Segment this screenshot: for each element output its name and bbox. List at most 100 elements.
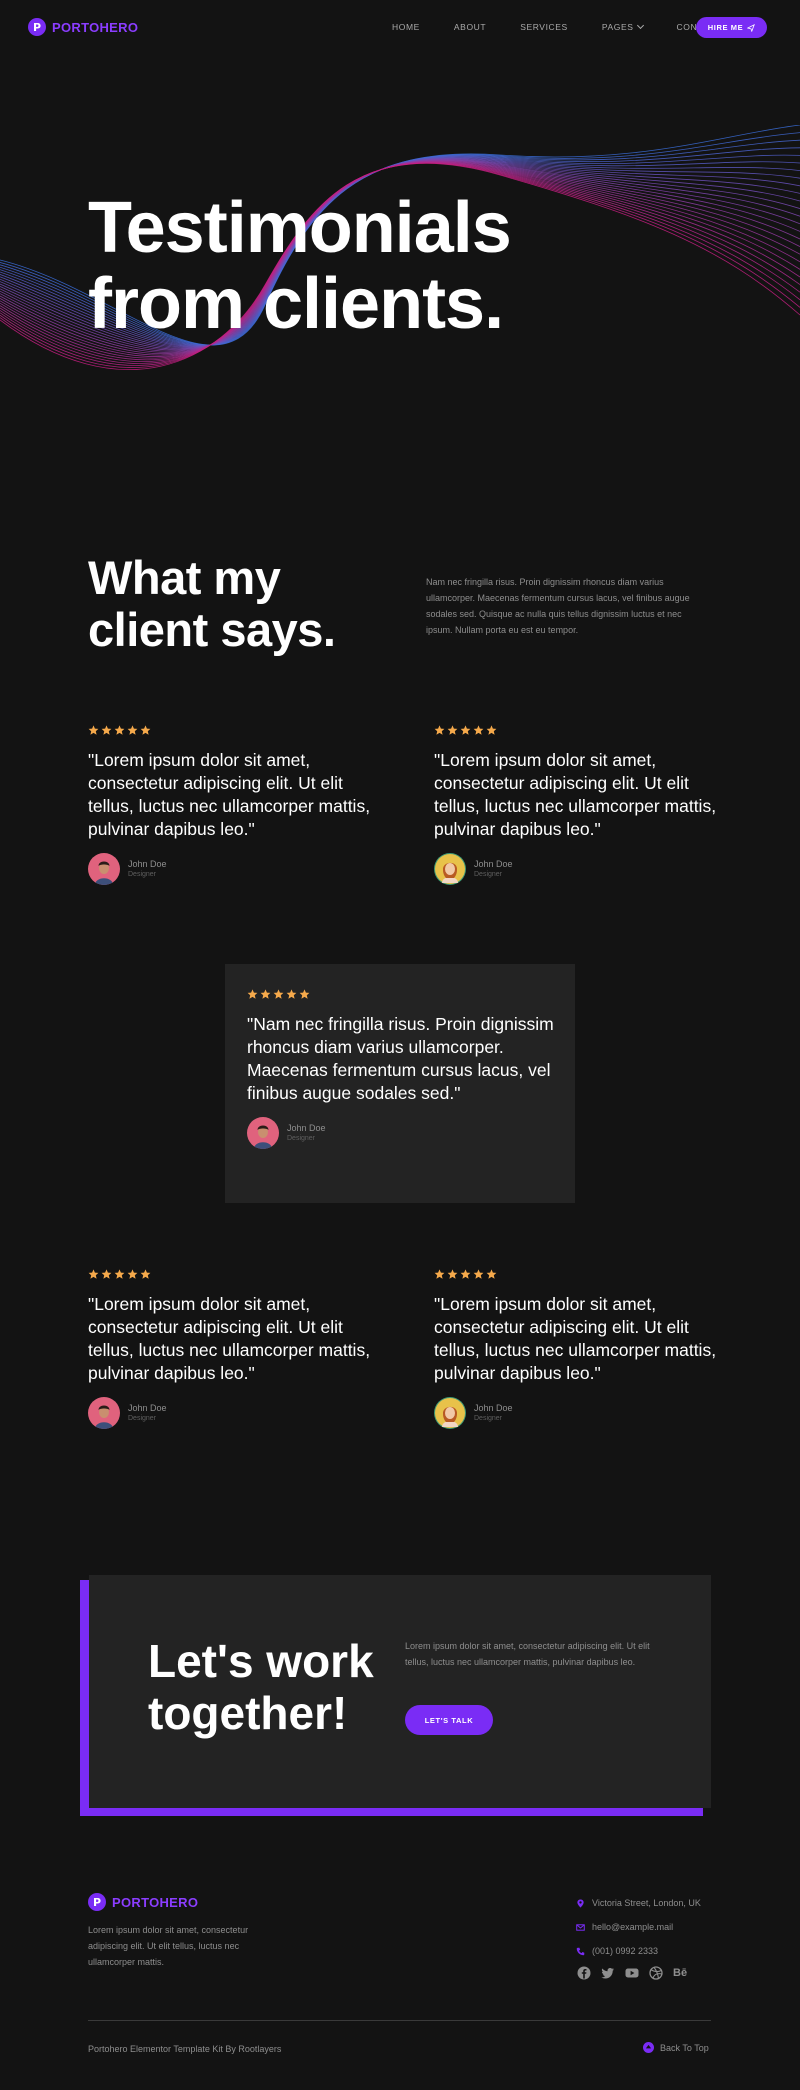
- testimonial-quote: "Nam nec fringilla risus. Proin dignissi…: [247, 1014, 554, 1103]
- author-info: John Doe Designer: [128, 1403, 167, 1424]
- testimonial-author: John Doe Designer: [434, 1397, 734, 1429]
- hero-title-line-2: from clients.: [88, 264, 504, 344]
- author-role: Designer: [474, 870, 503, 878]
- copyright-text: Portohero Elementor Template Kit By Root…: [88, 2044, 282, 2054]
- footer-logo[interactable]: P PORTOHERO: [88, 1893, 198, 1911]
- nav-item-home[interactable]: HOME: [392, 22, 420, 32]
- star-rating: [88, 1269, 388, 1281]
- testimonial-quote: "Lorem ipsum dolor sit amet, consectetur…: [88, 750, 371, 839]
- avatar: [88, 1397, 120, 1429]
- logo-text: PORTOHERO: [52, 19, 139, 35]
- star-icon: [114, 725, 125, 735]
- footer-contact: Victoria Street, London, UK hello@exampl…: [576, 1891, 701, 1963]
- envelope-icon: [576, 1923, 585, 1931]
- footer-email-text: hello@example.mail: [592, 1922, 674, 1932]
- youtube-icon[interactable]: [625, 1966, 639, 1980]
- hire-me-button[interactable]: HIRE ME: [696, 17, 767, 38]
- testimonial-card: "Lorem ipsum dolor sit amet, consectetur…: [434, 725, 734, 885]
- star-icon: [127, 1269, 138, 1279]
- star-icon: [114, 1269, 125, 1279]
- testimonial-author: John Doe Designer: [88, 1397, 388, 1429]
- star-icon: [486, 725, 497, 735]
- star-rating: [88, 725, 388, 737]
- star-icon: [434, 1269, 445, 1279]
- avatar: [247, 1117, 279, 1149]
- paper-plane-icon: [747, 23, 756, 32]
- author-name: John Doe: [128, 1402, 167, 1413]
- facebook-icon[interactable]: [577, 1966, 591, 1980]
- cta-title: Let's work together!: [148, 1635, 374, 1739]
- testimonial-author: John Doe Designer: [247, 1117, 557, 1149]
- logo-badge: P: [28, 18, 46, 36]
- author-role: Designer: [287, 1134, 316, 1142]
- testimonial-card: "Lorem ipsum dolor sit amet, consectetur…: [88, 1269, 388, 1429]
- star-icon: [140, 725, 151, 735]
- lets-talk-button[interactable]: LET'S TALK: [405, 1705, 493, 1735]
- author-info: John Doe Designer: [474, 859, 513, 880]
- nav-item-pages-label: PAGES: [601, 22, 634, 32]
- cta-description: Lorem ipsum dolor sit amet, consectetur …: [405, 1641, 650, 1667]
- nav-item-about[interactable]: ABOUT: [454, 22, 486, 32]
- author-info: John Doe Designer: [287, 1123, 326, 1144]
- author-info: John Doe Designer: [474, 1403, 513, 1424]
- star-icon: [460, 1269, 471, 1279]
- testimonial-quote: "Lorem ipsum dolor sit amet, consectetur…: [88, 1294, 371, 1383]
- star-icon: [447, 725, 458, 735]
- star-icon: [447, 1269, 458, 1279]
- arrow-up-icon: [643, 2042, 654, 2053]
- section-description: Nam nec fringilla risus. Proin dignissim…: [426, 577, 690, 635]
- site-logo[interactable]: P PORTOHERO: [28, 18, 138, 36]
- back-to-top-link[interactable]: Back To Top: [643, 2042, 709, 2053]
- author-role: Designer: [474, 1414, 503, 1422]
- star-icon: [273, 989, 284, 999]
- footer-address-text: Victoria Street, London, UK: [592, 1898, 701, 1908]
- hero-title-line-1: Testimonials: [88, 188, 512, 268]
- star-rating: [247, 989, 557, 1001]
- testimonial-quote: "Lorem ipsum dolor sit amet, consectetur…: [434, 1294, 717, 1383]
- testimonial-card: "Lorem ipsum dolor sit amet, consectetur…: [434, 1269, 734, 1429]
- star-icon: [460, 725, 471, 735]
- author-role: Designer: [128, 870, 157, 878]
- testimonial-quote: "Lorem ipsum dolor sit amet, consectetur…: [434, 750, 717, 839]
- star-rating: [434, 1269, 734, 1281]
- author-name: John Doe: [474, 1402, 513, 1413]
- twitter-icon[interactable]: [601, 1966, 615, 1980]
- section-title-line-2: client says.: [88, 603, 336, 656]
- behance-icon[interactable]: Bē: [673, 1966, 687, 1980]
- location-pin-icon: [577, 1898, 584, 1908]
- cta-title-line-1: Let's work: [148, 1635, 374, 1687]
- star-icon: [486, 1269, 497, 1279]
- star-icon: [473, 1269, 484, 1279]
- testimonial-author: John Doe Designer: [88, 853, 388, 885]
- nav-item-services[interactable]: SERVICES: [520, 22, 568, 32]
- star-icon: [101, 725, 112, 735]
- cta-title-line-2: together!: [148, 1687, 348, 1739]
- chevron-down-icon: [636, 21, 644, 30]
- star-icon: [299, 989, 310, 999]
- back-to-top-label: Back To Top: [660, 2042, 709, 2053]
- star-icon: [286, 989, 297, 999]
- testimonial-card: "Nam nec fringilla risus. Proin dignissi…: [247, 989, 557, 1149]
- testimonial-author: John Doe Designer: [434, 853, 734, 885]
- phone-icon: [576, 1947, 585, 1955]
- footer-phone[interactable]: (001) 0992 2333: [576, 1939, 701, 1963]
- top-navigation: P PORTOHERO HOME ABOUT SERVICES PAGES CO…: [0, 0, 800, 56]
- star-icon: [434, 725, 445, 735]
- footer-phone-text: (001) 0992 2333: [592, 1946, 659, 1956]
- avatar: [88, 853, 120, 885]
- avatar: [434, 1397, 466, 1429]
- footer-logo-badge: P: [88, 1893, 106, 1911]
- footer-description: Lorem ipsum dolor sit amet, consectetur …: [88, 1925, 249, 1967]
- star-icon: [247, 989, 258, 999]
- nav-item-pages[interactable]: PAGES: [601, 21, 644, 32]
- hire-me-label: HIRE ME: [707, 23, 744, 32]
- star-icon: [260, 989, 271, 999]
- star-icon: [101, 1269, 112, 1279]
- hero-title: Testimonials from clients.: [88, 188, 512, 344]
- testimonial-card: "Lorem ipsum dolor sit amet, consectetur…: [88, 725, 388, 885]
- section-title: What my client says.: [88, 552, 336, 656]
- star-icon: [88, 1269, 99, 1279]
- dribbble-icon[interactable]: [649, 1966, 663, 1980]
- footer-email[interactable]: hello@example.mail: [576, 1915, 701, 1939]
- author-info: John Doe Designer: [128, 859, 167, 880]
